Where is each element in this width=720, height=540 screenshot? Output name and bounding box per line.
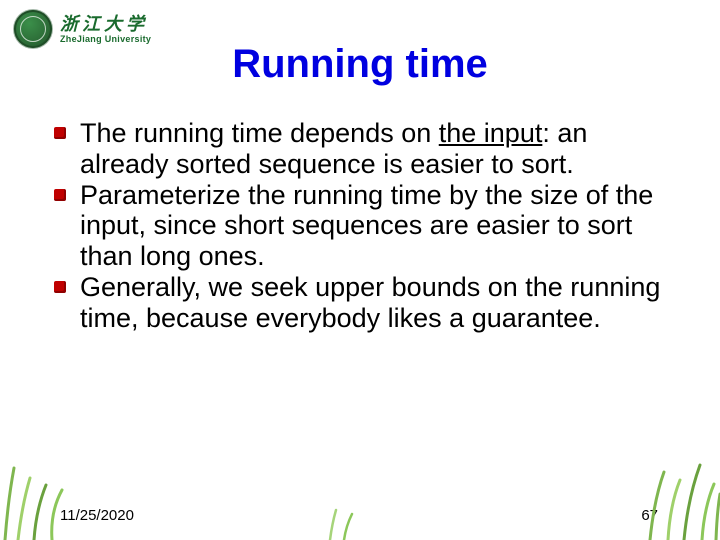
bullet-item: Generally, we seek upper bounds on the r…: [60, 272, 670, 334]
university-name-cn: 浙江大学: [60, 15, 151, 33]
bullet-text-pre: Parameterize the running time by the siz…: [80, 180, 653, 272]
slide-title: Running time: [0, 42, 720, 87]
bullet-item: The running time depends on the input: a…: [60, 118, 670, 180]
bullet-item: Parameterize the running time by the siz…: [60, 180, 670, 272]
bullet-text-pre: The running time depends on: [80, 118, 439, 148]
slide: 浙江大学 ZheJiang University Running time Th…: [0, 0, 720, 540]
footer-date: 11/25/2020: [60, 507, 134, 524]
grass-decoration-icon: [0, 450, 720, 540]
slide-body: The running time depends on the input: a…: [60, 118, 670, 333]
bullet-text-underlined: the input: [439, 118, 543, 148]
university-name-block: 浙江大学 ZheJiang University: [60, 15, 151, 44]
footer-page-number: 67: [641, 507, 658, 524]
bullet-text-pre: Generally, we seek upper bounds on the r…: [80, 272, 660, 333]
